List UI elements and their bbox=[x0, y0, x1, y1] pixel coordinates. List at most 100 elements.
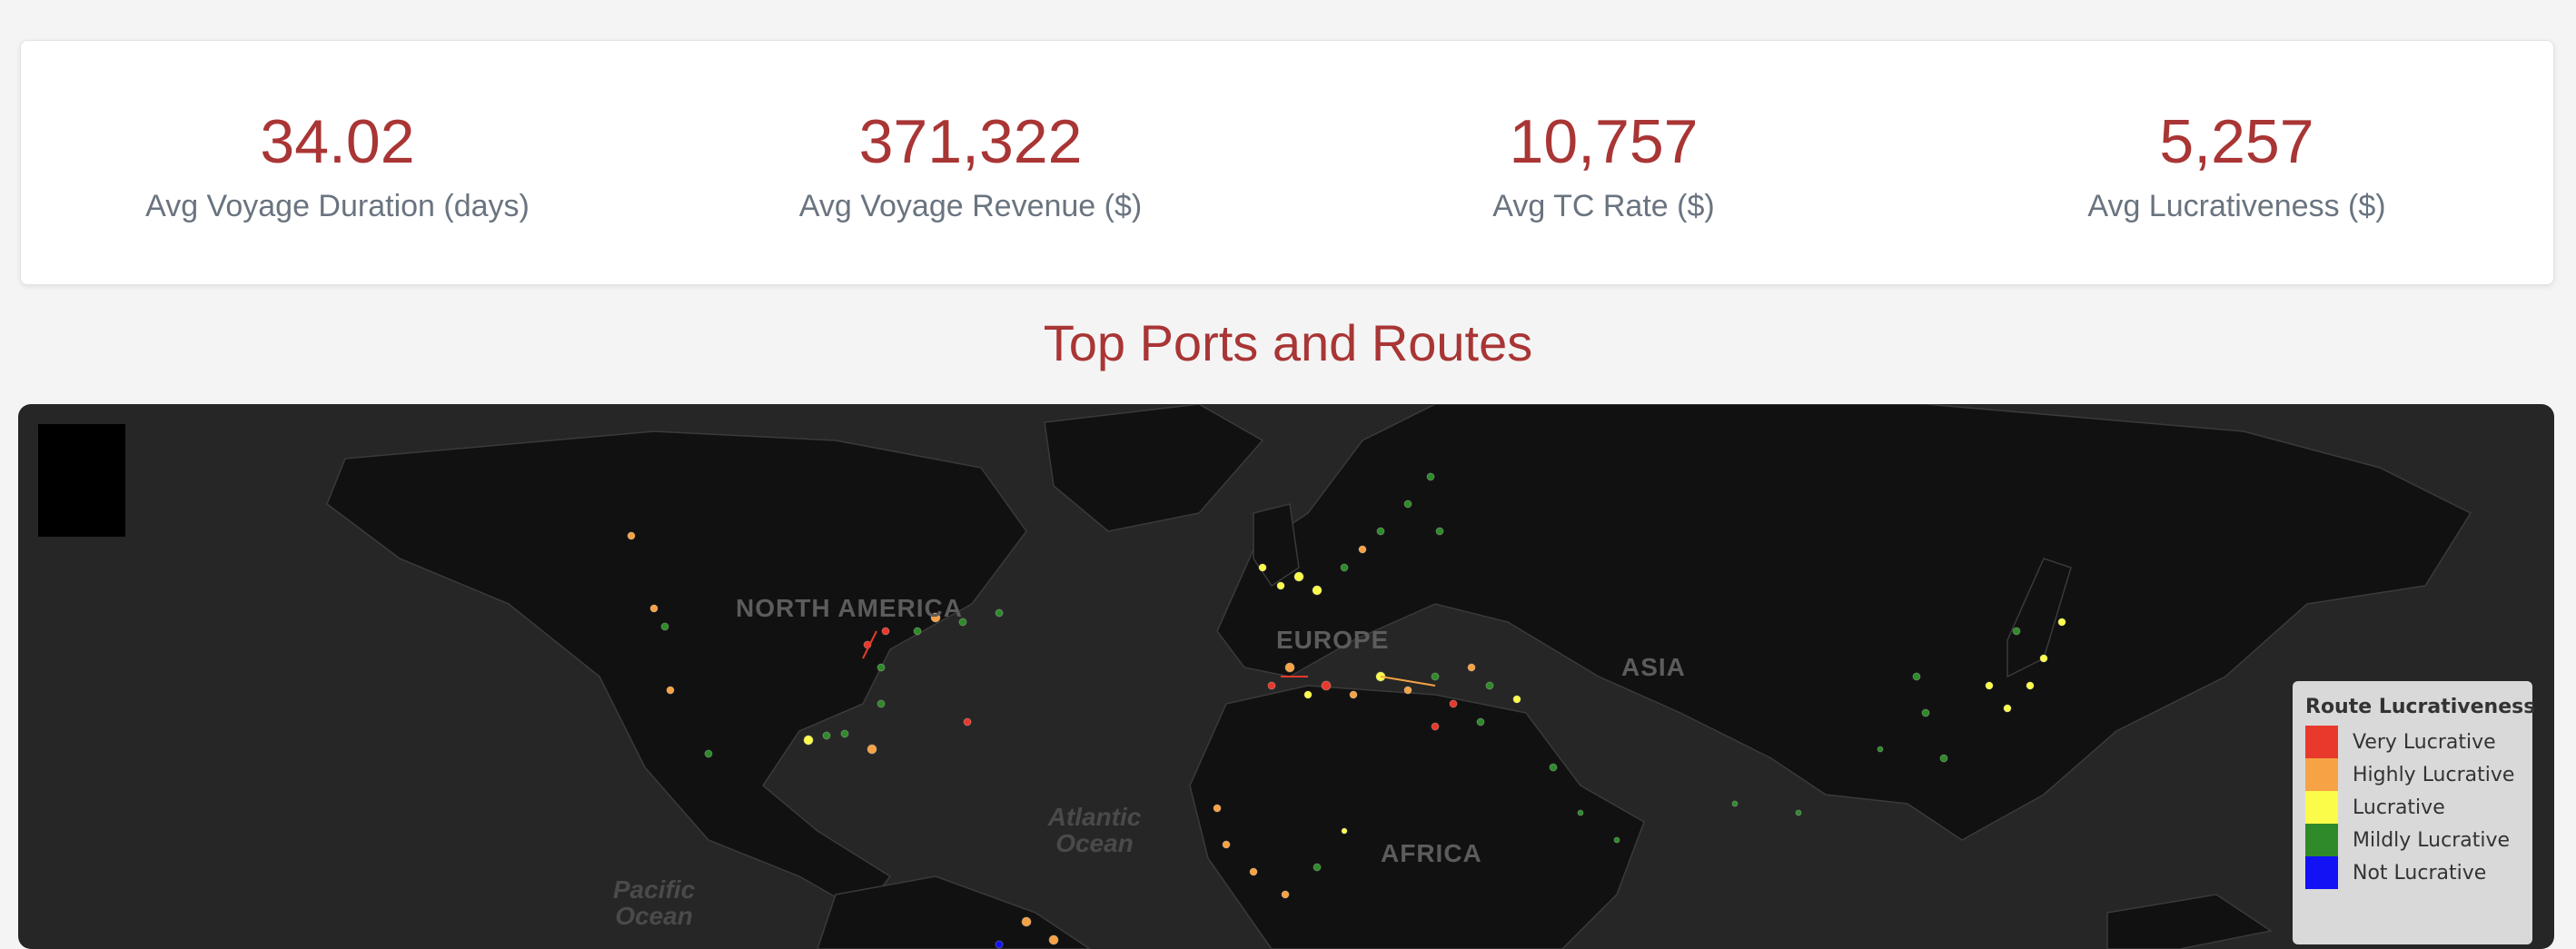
port-marker bbox=[913, 627, 922, 636]
label-north-america: NORTH AMERICA bbox=[736, 594, 963, 622]
port-marker bbox=[649, 604, 659, 613]
legend-label: Very Lucrative bbox=[2353, 730, 2496, 754]
port-marker bbox=[1222, 840, 1231, 849]
port-marker bbox=[1985, 681, 1994, 690]
stat-value: 371,322 bbox=[858, 106, 1083, 176]
port-marker bbox=[1512, 695, 1521, 704]
legend-title: Route Lucrativeness bbox=[2305, 696, 2536, 718]
legend-item-not-lucrative: Not Lucrative bbox=[2305, 856, 2520, 889]
legend-item-mildly-lucrative: Mildly Lucrative bbox=[2305, 824, 2520, 856]
route-line bbox=[1380, 676, 1436, 687]
port-marker bbox=[1312, 585, 1323, 596]
port-marker bbox=[1284, 662, 1295, 673]
stat-label: Avg Voyage Duration (days) bbox=[145, 188, 530, 223]
legend-swatch bbox=[2305, 726, 2338, 758]
port-marker bbox=[1281, 890, 1290, 899]
port-marker bbox=[660, 622, 669, 631]
port-marker bbox=[877, 699, 886, 708]
port-marker bbox=[1435, 527, 1444, 536]
port-marker bbox=[1431, 672, 1440, 681]
land-greenland bbox=[1044, 404, 1264, 532]
legend-item-very-lucrative: Very Lucrative bbox=[2305, 726, 2520, 758]
port-marker bbox=[1341, 827, 1348, 835]
stat-label: Avg TC Rate ($) bbox=[1492, 188, 1715, 223]
port-marker bbox=[1258, 563, 1267, 572]
port-marker bbox=[1912, 672, 1921, 681]
port-marker bbox=[963, 717, 972, 727]
port-marker bbox=[2039, 654, 2048, 663]
legend-label: Highly Lucrative bbox=[2353, 763, 2515, 786]
label-atlantic-ocean: Atlantic Ocean bbox=[1047, 803, 1142, 858]
label-asia: ASIA bbox=[1621, 653, 1686, 681]
stat-avg-voyage-duration: 34.02 Avg Voyage Duration (days) bbox=[21, 41, 654, 284]
port-marker bbox=[1485, 681, 1494, 690]
port-marker bbox=[1349, 690, 1358, 699]
stat-label: Avg Lucrativeness ($) bbox=[2087, 188, 2386, 223]
port-marker bbox=[1213, 804, 1222, 813]
port-marker bbox=[881, 627, 890, 636]
port-marker bbox=[1613, 836, 1620, 844]
label-europe: EUROPE bbox=[1276, 626, 1390, 654]
map-control-box[interactable] bbox=[38, 424, 125, 537]
port-marker bbox=[1921, 708, 1930, 717]
port-marker bbox=[2012, 627, 2021, 636]
port-marker bbox=[2003, 704, 2012, 713]
port-marker bbox=[1293, 571, 1304, 582]
port-marker bbox=[627, 531, 636, 540]
summary-stats-card: 34.02 Avg Voyage Duration (days) 371,322… bbox=[20, 40, 2554, 285]
port-marker bbox=[1267, 681, 1276, 690]
port-marker bbox=[1467, 663, 1476, 672]
port-marker bbox=[1877, 746, 1884, 753]
port-marker bbox=[666, 686, 675, 695]
legend-swatch bbox=[2305, 758, 2338, 791]
label-africa: AFRICA bbox=[1381, 839, 1482, 867]
stat-value: 5,257 bbox=[2159, 106, 2314, 176]
port-marker bbox=[1426, 472, 1435, 481]
ports-routes-map[interactable]: NORTH AMERICA EUROPE ASIA AFRICA Atlanti… bbox=[18, 404, 2554, 949]
land-indonesia bbox=[2106, 894, 2273, 949]
port-marker bbox=[877, 663, 886, 672]
port-marker bbox=[803, 735, 814, 746]
port-marker bbox=[2026, 681, 2035, 690]
port-marker bbox=[840, 729, 849, 738]
legend-swatch bbox=[2305, 791, 2338, 824]
port-marker bbox=[1549, 763, 1558, 772]
port-marker bbox=[867, 744, 877, 755]
port-marker bbox=[1403, 499, 1412, 509]
legend-swatch bbox=[2305, 856, 2338, 889]
port-marker bbox=[1939, 754, 1948, 763]
stat-avg-tc-rate: 10,757 Avg TC Rate ($) bbox=[1287, 41, 1920, 284]
section-title: Top Ports and Routes bbox=[1043, 314, 1533, 371]
stat-avg-voyage-revenue: 371,322 Avg Voyage Revenue ($) bbox=[654, 41, 1287, 284]
port-marker bbox=[1476, 717, 1485, 727]
port-marker bbox=[995, 940, 1004, 949]
port-marker bbox=[1431, 722, 1440, 731]
port-marker bbox=[1795, 809, 1802, 816]
port-marker bbox=[2057, 618, 2066, 627]
port-marker bbox=[1276, 581, 1285, 590]
port-marker bbox=[1403, 686, 1412, 695]
map-legend: Route Lucrativeness Very Lucrative Highl… bbox=[2293, 681, 2536, 944]
label-pacific-ocean: Pacific Ocean bbox=[612, 875, 696, 931]
port-marker bbox=[1249, 867, 1258, 876]
port-marker bbox=[1731, 800, 1739, 807]
port-marker bbox=[1358, 545, 1367, 554]
land-north-america bbox=[326, 430, 1027, 914]
legend-item-highly-lucrative: Highly Lucrative bbox=[2305, 758, 2520, 791]
port-marker bbox=[1321, 680, 1332, 691]
stat-value: 10,757 bbox=[1509, 106, 1699, 176]
stat-value: 34.02 bbox=[260, 106, 415, 176]
stat-avg-lucrativeness: 5,257 Avg Lucrativeness ($) bbox=[1920, 41, 2553, 284]
land-africa bbox=[1189, 685, 1645, 949]
port-marker bbox=[704, 749, 713, 758]
legend-label: Lucrative bbox=[2353, 796, 2445, 819]
stat-label: Avg Voyage Revenue ($) bbox=[798, 188, 1143, 223]
port-marker bbox=[822, 731, 831, 740]
legend-label: Mildly Lucrative bbox=[2353, 828, 2511, 852]
legend-item-lucrative: Lucrative bbox=[2305, 791, 2520, 824]
port-marker bbox=[1313, 863, 1322, 872]
port-marker bbox=[1577, 809, 1584, 816]
world-map[interactable] bbox=[18, 404, 2554, 949]
port-marker bbox=[995, 608, 1004, 618]
port-marker bbox=[1303, 690, 1313, 699]
